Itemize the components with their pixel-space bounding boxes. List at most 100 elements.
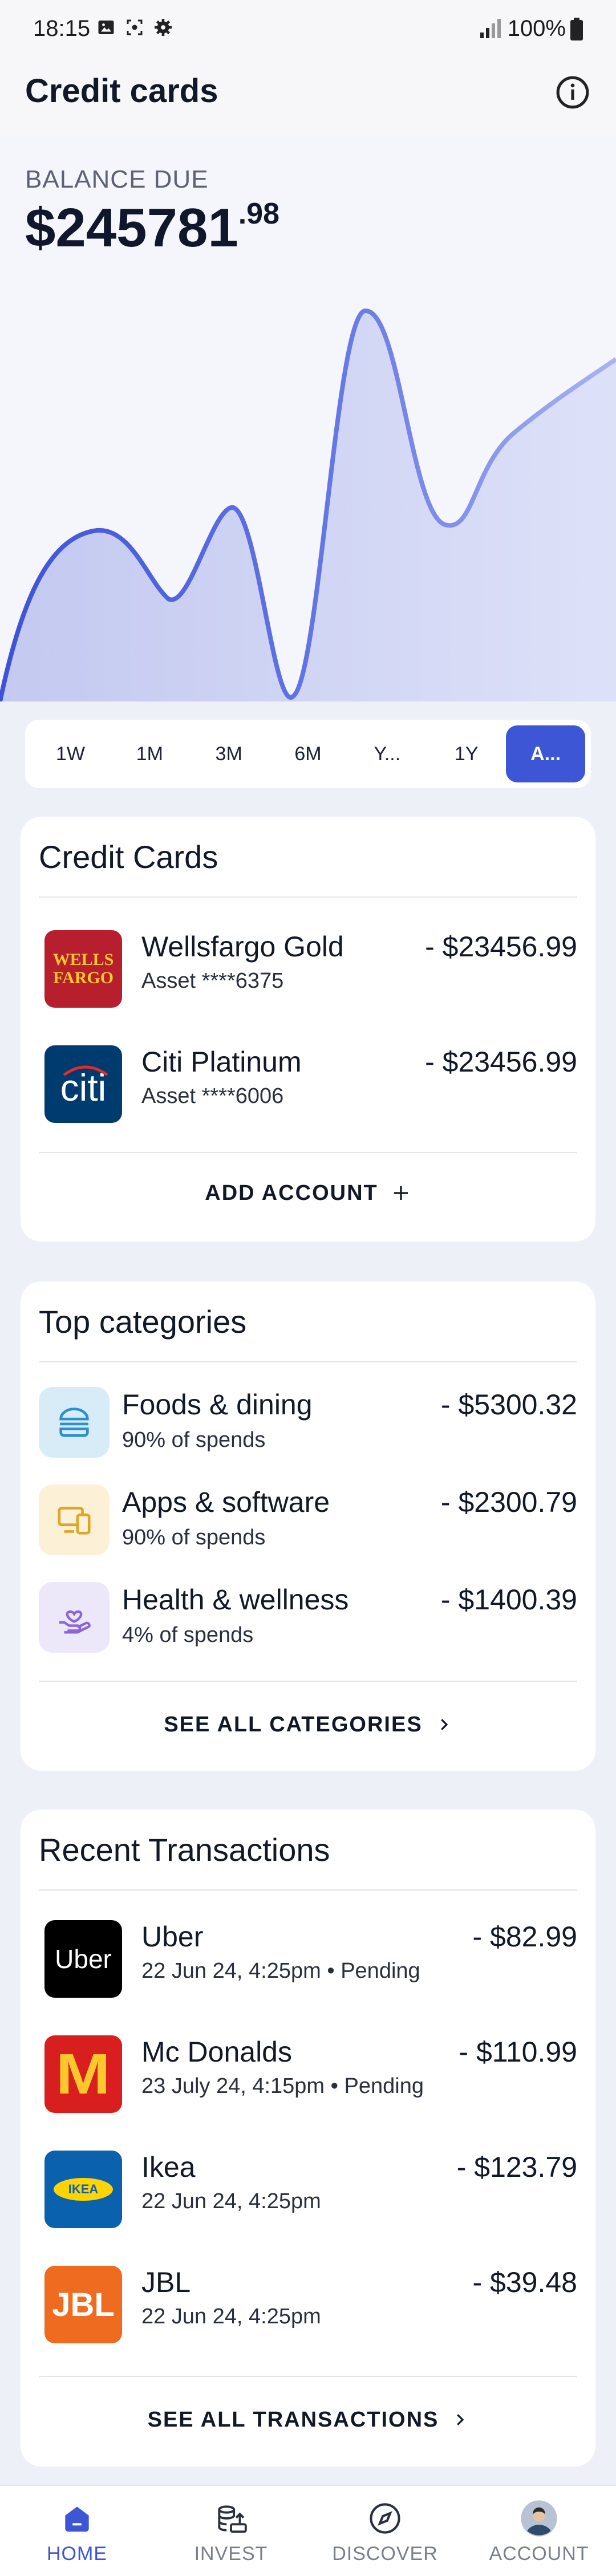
status-right: 100%: [478, 16, 583, 42]
wells-fargo-logo: WELLS FARGO: [44, 930, 122, 1008]
divider: [39, 1681, 577, 1682]
credit-cards-card: Credit Cards WELLS FARGO Wellsfargo Gold…: [21, 817, 595, 1242]
top-categories-card: Top categories Foods & dining 90% of spe…: [21, 1281, 595, 1771]
signal-icon: [480, 18, 501, 38]
category-row-food[interactable]: Foods & dining 90% of spends - $5300.32: [39, 1376, 577, 1461]
merchant-name: JBL: [141, 2266, 191, 2298]
card-row-citi[interactable]: citi Citi Platinum Asset ****6006 - $234…: [39, 1032, 577, 1129]
burger-icon: [39, 1387, 110, 1458]
range-tab-1w[interactable]: 1W: [31, 725, 110, 782]
category-amount: - $5300.32: [440, 1389, 577, 1421]
citi-logo: citi: [44, 1045, 122, 1123]
card-balance: - $23456.99: [425, 931, 577, 963]
add-account-button[interactable]: ADD ACCOUNT: [21, 1162, 595, 1224]
battery-icon: [570, 17, 583, 40]
transaction-row-jbl[interactable]: JBL JBL 22 Jun 24, 4:25pm - $39.48: [39, 2252, 577, 2349]
card-row-wellsfargo[interactable]: WELLS FARGO Wellsfargo Gold Asset ****63…: [39, 916, 577, 1013]
divider: [39, 1152, 577, 1153]
merchant-name: Mc Donalds: [141, 2036, 292, 2068]
jbl-logo: JBL: [44, 2266, 122, 2343]
category-row-apps[interactable]: Apps & software 90% of spends - $2300.79: [39, 1473, 577, 1559]
uber-logo: Uber: [44, 1920, 122, 1998]
card-balance: - $23456.99: [425, 1046, 577, 1078]
logo-text: Uber: [55, 1944, 112, 1974]
compass-icon: [365, 2498, 405, 2538]
range-tab-3m[interactable]: 3M: [189, 725, 269, 782]
see-all-transactions-button[interactable]: SEE ALL TRANSACTIONS: [21, 2388, 595, 2451]
transactions-title: Recent Transactions: [39, 1832, 330, 1868]
transaction-meta: 22 Jun 24, 4:25pm • Pending: [141, 1959, 420, 1983]
range-tab-ytd[interactable]: Y...: [347, 725, 427, 782]
gallery-icon: [98, 21, 114, 34]
info-button[interactable]: [552, 72, 593, 113]
home-icon: [57, 2498, 97, 2538]
nav-account[interactable]: ACCOUNT: [462, 2486, 616, 2576]
card-name: Citi Platinum: [141, 1046, 302, 1078]
plus-icon: [394, 1186, 408, 1200]
ikea-logo: IKEA: [44, 2151, 122, 2228]
range-tab-1m[interactable]: 1M: [110, 725, 189, 782]
merchant-name: Ikea: [141, 2151, 196, 2183]
invest-icon: [211, 2498, 251, 2538]
app-bar: Credit cards: [0, 57, 616, 137]
balance-cents: .98: [238, 197, 280, 230]
range-tab-1y[interactable]: 1Y: [427, 725, 506, 782]
divider: [39, 2376, 577, 2377]
nav-invest[interactable]: INVEST: [154, 2486, 308, 2576]
card-account-number: Asset ****6006: [141, 1084, 284, 1108]
status-bar: 18:15 100%: [0, 0, 616, 57]
transaction-meta: 22 Jun 24, 4:25pm: [141, 2305, 321, 2328]
card-account-number: Asset ****6375: [141, 969, 284, 993]
category-name: Foods & dining: [122, 1389, 313, 1421]
page-title: Credit cards: [25, 72, 218, 109]
bottom-nav: HOME INVEST DISCOVER ACCOUNT: [0, 2485, 616, 2576]
transaction-row-ikea[interactable]: IKEA Ikea 22 Jun 24, 4:25pm - $123.79: [39, 2137, 577, 2234]
divider: [39, 896, 577, 898]
category-name: Apps & software: [122, 1486, 330, 1518]
category-share: 90% of spends: [122, 1526, 266, 1549]
chevron-right-icon: [440, 1719, 448, 1730]
logo-text: M: [56, 2042, 111, 2106]
divider: [39, 1889, 577, 1891]
chevron-right-icon: [457, 2414, 464, 2425]
category-share: 4% of spends: [122, 1623, 254, 1647]
range-tab-6m[interactable]: 6M: [269, 725, 348, 782]
nav-discover-label: DISCOVER: [332, 2543, 438, 2565]
recent-transactions-card: Recent Transactions Uber Uber 22 Jun 24,…: [21, 1810, 595, 2467]
transaction-row-mcdonalds[interactable]: M Mc Donalds 23 July 24, 4:15pm • Pendin…: [39, 2022, 577, 2119]
nav-home-label: HOME: [47, 2543, 107, 2565]
category-share: 90% of spends: [122, 1428, 266, 1452]
categories-title: Top categories: [39, 1304, 247, 1340]
screenshot-icon: [127, 19, 143, 35]
nav-account-label: ACCOUNT: [489, 2543, 589, 2565]
transaction-meta: 22 Jun 24, 4:25pm: [141, 2189, 321, 2213]
transaction-row-uber[interactable]: Uber Uber 22 Jun 24, 4:25pm • Pending - …: [39, 1906, 577, 2003]
logo-text: JBL: [52, 2286, 115, 2323]
avatar-icon: [519, 2498, 559, 2538]
range-tab-all[interactable]: A...: [506, 725, 586, 782]
logo-text-line-2: FARGO: [52, 968, 114, 987]
see-all-categories-button[interactable]: SEE ALL CATEGORIES: [21, 1693, 595, 1756]
category-row-health[interactable]: Health & wellness 4% of spends - $1400.3…: [39, 1571, 577, 1656]
category-name: Health & wellness: [122, 1584, 349, 1616]
range-tabs: 1W 1M 3M 6M Y... 1Y A...: [25, 720, 591, 788]
merchant-name: Uber: [141, 1921, 204, 1953]
balance-hero: BALANCE DUE $245781.98: [0, 137, 616, 701]
add-account-label: ADD ACCOUNT: [205, 1181, 378, 1205]
heart-hand-icon: [39, 1582, 110, 1653]
see-all-categories-label: SEE ALL CATEGORIES: [164, 1712, 423, 1737]
category-amount: - $2300.79: [440, 1486, 577, 1518]
nav-home[interactable]: HOME: [0, 2486, 154, 2576]
devices-icon: [39, 1484, 110, 1555]
status-notification-icons: [96, 17, 173, 38]
credit-cards-title: Credit Cards: [39, 839, 218, 875]
transaction-amount: - $123.79: [456, 2151, 577, 2183]
citi-arc-icon: [63, 1065, 108, 1076]
balance-label: BALANCE DUE: [25, 165, 209, 193]
nav-discover[interactable]: DISCOVER: [308, 2486, 462, 2576]
nav-invest-label: INVEST: [194, 2543, 268, 2565]
battery-percent: 100%: [507, 16, 566, 41]
logo-text: IKEA: [68, 2182, 99, 2196]
info-icon: [556, 76, 589, 109]
logo-text-line-1: WELLS: [52, 950, 114, 969]
